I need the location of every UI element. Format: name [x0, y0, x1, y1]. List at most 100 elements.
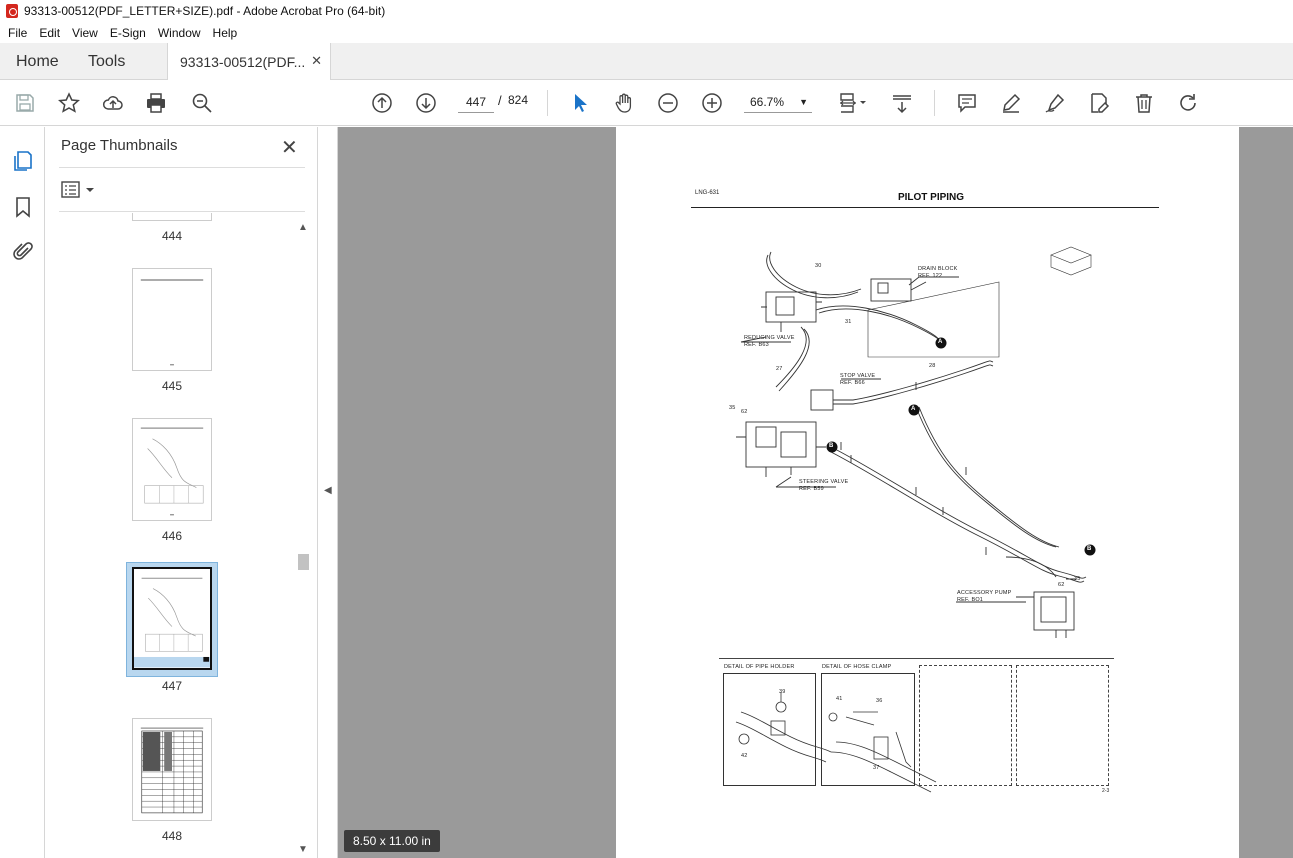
- rotate-icon[interactable]: [1176, 91, 1200, 115]
- label-accessory-pump: ACCESSORY PUMP: [957, 590, 1012, 596]
- panel-collapse-bar[interactable]: ◀: [318, 127, 338, 858]
- chevron-up-icon[interactable]: ▲: [298, 222, 308, 233]
- detail-hose-clamp-box: [821, 673, 915, 786]
- label-28: 28: [929, 363, 936, 369]
- window-title: 93313-00512(PDF_LETTER+SIZE).pdf - Adobe…: [24, 4, 386, 18]
- chevron-left-icon[interactable]: ◀: [324, 485, 332, 496]
- menu-window[interactable]: Window: [152, 26, 207, 40]
- thumbnail-options-button[interactable]: [61, 180, 97, 200]
- title-bar: 93313-00512(PDF_LETTER+SIZE).pdf - Adobe…: [0, 0, 1293, 22]
- trash-icon[interactable]: [1132, 91, 1156, 115]
- menu-bar: File Edit View E-Sign Window Help: [0, 22, 1293, 43]
- label-stop-ref: REF. B66: [840, 380, 865, 386]
- thumbnail-label: 445: [161, 379, 183, 393]
- pdf-app-icon: [6, 4, 18, 18]
- detail-empty-box: [919, 665, 1012, 786]
- bookmark-icon[interactable]: [11, 195, 35, 219]
- marker-b-1: B: [829, 443, 834, 449]
- tab-document[interactable]: 93313-00512(PDF... ✕: [167, 43, 331, 81]
- menu-esign[interactable]: E-Sign: [104, 26, 152, 40]
- detail-hose-clamp-title: DETAIL OF HOSE CLAMP: [822, 664, 892, 670]
- scrollbar-thumb[interactable]: [298, 554, 309, 570]
- edit-pdf-icon[interactable]: [1087, 91, 1111, 115]
- detail-rule: [719, 658, 1114, 659]
- marker-b-2: B: [1087, 546, 1092, 552]
- label-steering-ref: REF. B59: [799, 486, 824, 492]
- label-42: 42: [741, 753, 748, 759]
- thumbnail-list: 444 445 446 447 448: [45, 213, 295, 858]
- label-31: 31: [845, 319, 852, 325]
- label-36: 36: [876, 698, 883, 704]
- comment-icon[interactable]: [955, 91, 979, 115]
- label-accessory-ref: REF. BO1: [957, 597, 984, 603]
- divider: [59, 167, 305, 168]
- page-thumbnails-icon[interactable]: [11, 149, 35, 173]
- upload-icon[interactable]: [101, 91, 125, 115]
- arrow-down-circle-icon[interactable]: [414, 91, 438, 115]
- label-35: 35: [729, 405, 736, 411]
- close-icon[interactable]: ✕: [281, 135, 298, 160]
- close-tab-icon[interactable]: ✕: [311, 53, 322, 69]
- search-icon[interactable]: [190, 91, 214, 115]
- tab-bar: Home Tools 93313-00512(PDF... ✕: [0, 43, 1293, 81]
- page-thumbnail[interactable]: [132, 418, 212, 521]
- chevron-down-icon[interactable]: ▼: [298, 844, 308, 855]
- page-thumbnail-selected[interactable]: [132, 567, 212, 670]
- label-37: 37: [873, 765, 880, 771]
- toolbar: 447 / 824 66.7% ▼: [0, 80, 1293, 126]
- plus-circle-icon[interactable]: [700, 91, 724, 115]
- tab-document-label: 93313-00512(PDF...: [180, 54, 306, 70]
- thumbnail-label: 448: [161, 829, 183, 843]
- label-62: 62: [741, 409, 748, 415]
- zoom-value: 66.7%: [750, 95, 785, 109]
- arrow-up-circle-icon[interactable]: [370, 91, 394, 115]
- cursor-icon[interactable]: [568, 91, 592, 115]
- page-thumbnail[interactable]: [132, 268, 212, 371]
- page-number-input[interactable]: 447: [458, 91, 494, 113]
- label-reducing-ref: REF. B63: [744, 342, 769, 348]
- label-35-pump: 35: [1074, 576, 1081, 582]
- highlight-icon[interactable]: [999, 91, 1023, 115]
- label-reducing-valve: REDUCING VALVE: [744, 335, 795, 341]
- attachment-icon[interactable]: [11, 240, 35, 264]
- total-pages: 824: [508, 93, 529, 107]
- menu-view[interactable]: View: [66, 26, 104, 40]
- label-39: 39: [779, 689, 786, 695]
- menu-edit[interactable]: Edit: [33, 26, 66, 40]
- detail-pipe-holder-box: [723, 673, 816, 786]
- thumbnail-scrollbar[interactable]: ▲ ▼: [296, 222, 310, 858]
- hand-icon[interactable]: [612, 91, 636, 115]
- divider: [59, 211, 305, 212]
- thumbnail-label: 444: [161, 229, 183, 243]
- left-rail: [0, 127, 45, 858]
- toolbar-divider: [547, 90, 548, 116]
- page-number: 2-3: [1102, 788, 1110, 794]
- label-stop-valve: STOP VALVE: [840, 373, 876, 379]
- document-viewer[interactable]: LNG-631 PILOT PIPING DRAIN BLOCK REF. 12…: [338, 127, 1293, 858]
- chevron-down-icon: ▼: [799, 97, 808, 107]
- label-steering-valve: STEERING VALVE: [799, 479, 849, 485]
- print-icon[interactable]: [144, 91, 168, 115]
- marker-a-1: A: [938, 339, 943, 345]
- tab-home[interactable]: Home: [16, 43, 59, 80]
- star-icon[interactable]: [57, 91, 81, 115]
- page-thumbnail[interactable]: [132, 718, 212, 821]
- marker-a-2: A: [911, 406, 916, 412]
- panel-title: Page Thumbnails: [61, 137, 178, 154]
- zoom-select[interactable]: 66.7% ▼: [744, 91, 812, 113]
- sign-icon[interactable]: [1043, 91, 1067, 115]
- label-62-pump: 62: [1058, 582, 1065, 588]
- save-icon[interactable]: [13, 91, 37, 115]
- page-size-badge: 8.50 x 11.00 in: [344, 830, 440, 852]
- thumbnail-label: 446: [161, 529, 183, 543]
- page-thumbnail[interactable]: [132, 213, 212, 221]
- minus-circle-icon[interactable]: [656, 91, 680, 115]
- scroll-mode-icon[interactable]: [890, 91, 914, 115]
- fit-page-icon[interactable]: [836, 91, 870, 115]
- pdf-page: LNG-631 PILOT PIPING DRAIN BLOCK REF. 12…: [616, 127, 1239, 858]
- menu-file[interactable]: File: [2, 26, 33, 40]
- tab-tools[interactable]: Tools: [88, 43, 125, 80]
- menu-help[interactable]: Help: [207, 26, 244, 40]
- label-30: 30: [815, 263, 822, 269]
- detail-empty-box: [1016, 665, 1109, 786]
